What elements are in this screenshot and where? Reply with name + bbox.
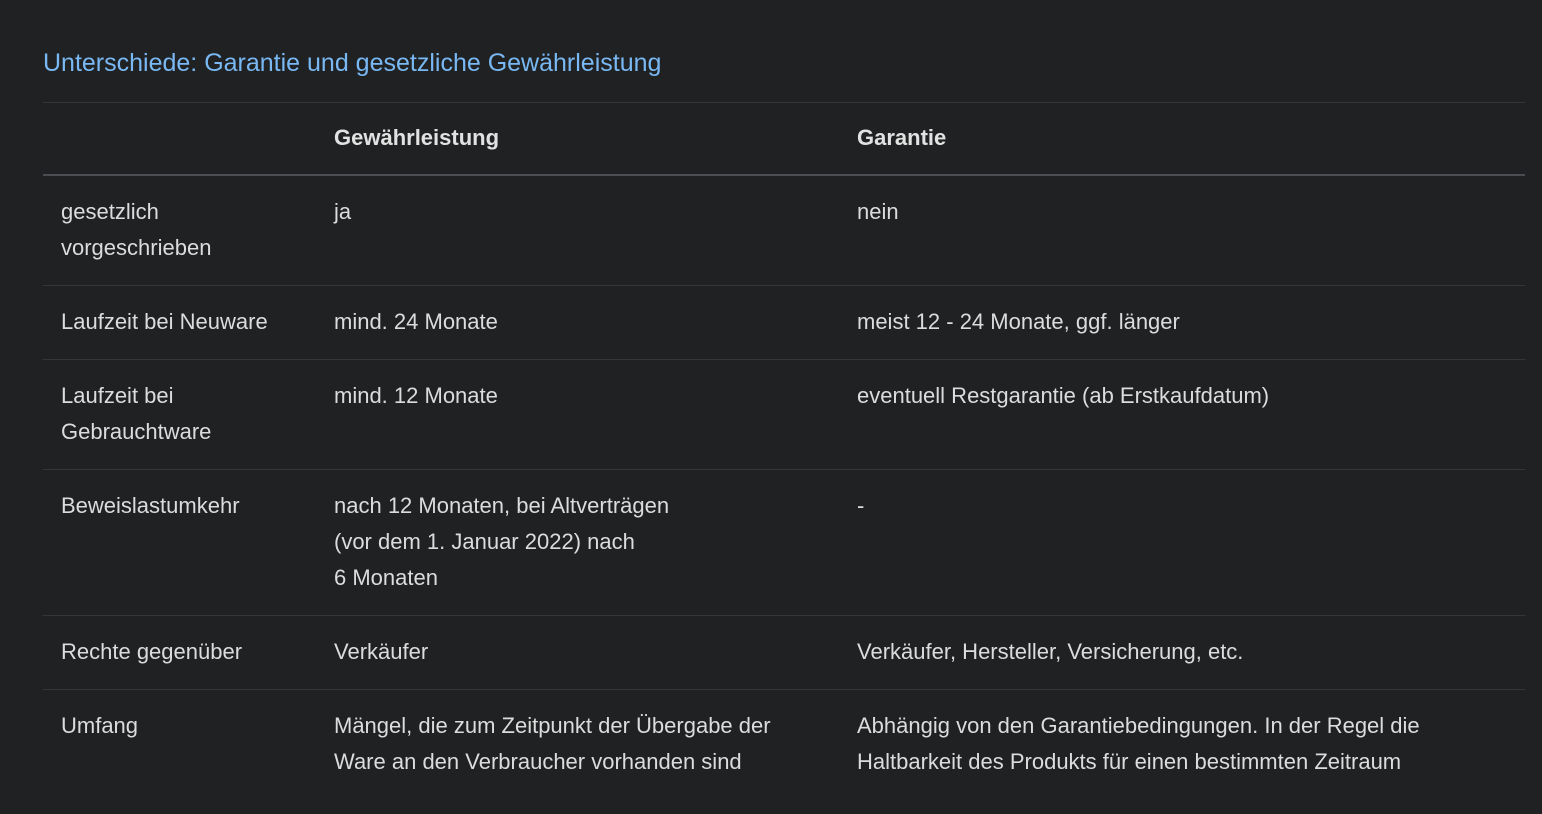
cell-text-line: (vor dem 1. Januar 2022) nach [334,528,635,554]
cell-text-line: Laufzeit bei [61,382,174,408]
row-label-cell: Umfang [43,689,316,799]
cell-text-line: mind. 12 Monate [334,382,498,408]
gewaehrleistung-cell: nach 12 Monaten, bei Altverträgen (vor de… [316,469,839,615]
comparison-section: Unterschiede: Garantie und gesetzliche G… [43,44,1525,799]
gewaehrleistung-cell: Mängel, die zum Zeitpunkt der Übergabe d… [316,689,839,799]
cell-text-line: Umfang [61,712,139,738]
gewaehrleistung-cell: mind. 24 Monate [316,285,839,359]
table-row: Rechte gegenüber Verkäufer Verkäufer, Hers… [43,615,1525,689]
cell-text-line: Verkäufer [334,638,429,664]
cell-text-line: Beweislastumkehr [61,492,240,518]
garantie-cell: eventuell Restgarantie (ab Erstkaufdatum… [839,359,1525,469]
cell-text-line: Verkäufer, Hersteller, Versicherung, etc… [857,638,1244,664]
cell-text-line: Mängel, die zum Zeitpunkt der Übergabe d… [334,712,771,738]
table-row: Laufzeit bei Gebrauchtware mind. 12 Monate… [43,359,1525,469]
garantie-cell: - [839,469,1525,615]
table-row: gesetzlich vorgeschrieben ja nein [43,175,1525,286]
cell-text-line: meist 12 - 24 Monate, ggf. länger [857,308,1180,334]
header-cell-empty [43,103,316,175]
header-cell-gewaehrleistung: Gewährleistung [334,125,500,151]
table-row: Beweislastumkehr nach 12 Monaten, bei Alt… [43,469,1525,615]
gewaehrleistung-cell: Verkäufer [316,615,839,689]
cell-text-line: Rechte gegenüber [61,638,243,664]
cell-text-line: gesetzlich [61,198,159,224]
row-label-cell: gesetzlich vorgeschrieben [43,175,316,286]
garantie-cell: nein [839,175,1525,286]
comparison-table: Gewährleistung Garantie gesetzlich vorges… [43,102,1525,799]
row-label-cell: Laufzeit bei Gebrauchtware [43,359,316,469]
cell-text-line: - [857,492,865,518]
row-label-cell: Laufzeit bei Neuware [43,285,316,359]
cell-text-line: nein [857,198,899,224]
table-row: Umfang Mängel, die zum Zeitpunkt der Über… [43,689,1525,799]
table-row: Laufzeit bei Neuware mind. 24 Monate meist… [43,285,1525,359]
section-title: Unterschiede: Garantie und gesetzliche G… [43,49,662,77]
garantie-cell: Verkäufer, Hersteller, Versicherung, etc… [839,615,1525,689]
cell-text-line: mind. 24 Monate [334,308,498,334]
gewaehrleistung-cell: ja [316,175,839,286]
cell-text-line: Ware an den Verbraucher vorhanden sind [334,748,742,774]
cell-text-line: Haltbarkeit des Produkts für einen besti… [857,748,1402,774]
row-label-cell: Rechte gegenüber [43,615,316,689]
header-cell-garantie: Garantie [857,125,947,151]
cell-text-line: 6 Monaten [334,564,438,590]
header-row: Gewährleistung Garantie [43,102,1525,175]
cell-text-line: ja [334,198,352,224]
gewaehrleistung-cell: mind. 12 Monate [316,359,839,469]
cell-text-line: eventuell Restgarantie (ab Erstkaufdatum… [857,382,1270,408]
row-label-cell: Beweislastumkehr [43,469,316,615]
table-header: Gewährleistung Garantie [43,102,1525,175]
garantie-cell: Abhängig von den Garantiebedingungen. In… [839,689,1525,799]
cell-text-line: nach 12 Monaten, bei Altverträgen [334,492,670,518]
cell-text-line: vorgeschrieben [61,234,212,260]
table-body: gesetzlich vorgeschrieben ja nein Laufzeit b… [43,175,1525,799]
garantie-cell: meist 12 - 24 Monate, ggf. länger [839,285,1525,359]
cell-text-line: Laufzeit bei Neuware [61,308,268,334]
cell-text-line: Gebrauchtware [61,418,212,444]
cell-text-line: Abhängig von den Garantiebedingungen. In… [857,712,1420,738]
